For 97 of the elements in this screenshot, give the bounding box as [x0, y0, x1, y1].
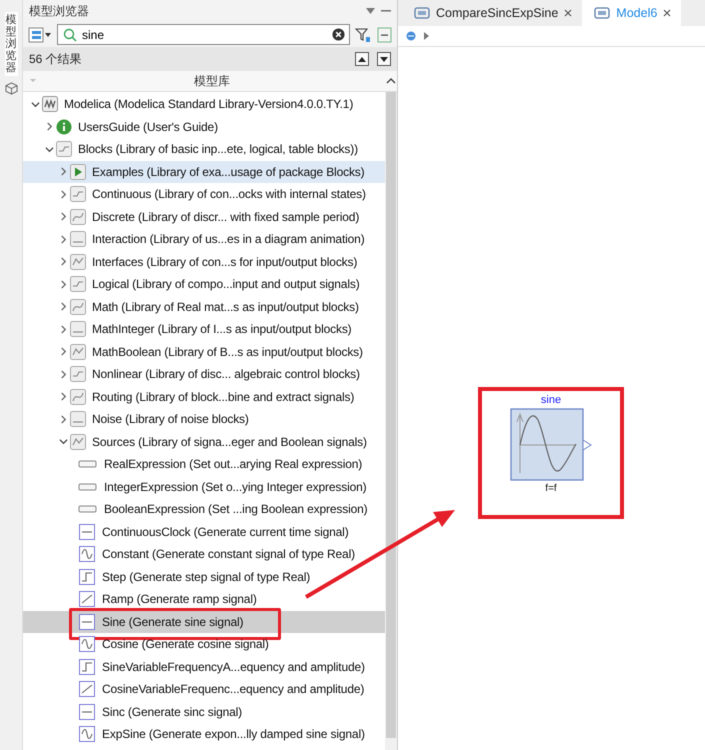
signal-block-icon — [78, 704, 96, 720]
tree-item[interactable]: RealExpression (Set out...arying Real expression) — [23, 453, 385, 476]
library-icon — [42, 96, 58, 112]
signal-block-icon — [78, 658, 96, 675]
tree-item[interactable]: Math (Library of Real mat...s as input/output blocks) — [23, 296, 385, 318]
package-icon — [70, 231, 86, 248]
cube-icon[interactable] — [4, 82, 18, 96]
tree-item[interactable]: MathBoolean (Library of B...s as input/output blocks) — [23, 340, 385, 363]
clear-icon[interactable] — [332, 28, 345, 41]
signal-block-icon — [78, 614, 96, 630]
package-icon — [70, 366, 86, 382]
expand-chevron-icon[interactable] — [58, 324, 68, 334]
expand-chevron-icon[interactable] — [58, 414, 68, 424]
tree-item[interactable]: Noise (Library of noise blocks) — [23, 408, 385, 430]
signal-block-icon — [78, 681, 96, 698]
package-icon — [70, 344, 86, 360]
tree-item[interactable]: Sources (Library of signa...eger and Boolean signals) — [23, 430, 385, 453]
tree-item[interactable]: Constant (Generate constant signal of type Real) — [23, 543, 385, 566]
tree-item[interactable]: Sine (Generate sine signal) — [23, 610, 385, 633]
collapse-chevron-icon[interactable] — [30, 100, 40, 109]
tree-item[interactable]: CosineVariableFrequenc...equency and amplitude) — [23, 678, 385, 700]
panel-title: 模型浏览器 — [29, 2, 90, 20]
signal-block-icon — [78, 636, 96, 652]
package-icon — [70, 321, 86, 338]
expand-chevron-icon[interactable] — [58, 257, 68, 266]
expand-chevron-icon[interactable] — [58, 347, 68, 356]
tree-item[interactable]: Cosine (Generate cosine signal) — [23, 633, 385, 656]
tree-item[interactable]: Interaction (Library of us...es in a diagram animation) — [23, 228, 385, 250]
tree-item[interactable]: Ramp (Generate ramp signal) — [23, 588, 385, 610]
collapse-all-icon[interactable] — [376, 26, 392, 42]
tree-item[interactable]: Nonlinear (Library of disc... algebraic control blocks) — [23, 363, 385, 386]
package-icon — [70, 298, 86, 315]
result-count: 56 个结果 — [29, 50, 83, 68]
package-icon — [70, 388, 86, 405]
tree-item[interactable]: Sinc (Generate sinc signal) — [23, 700, 385, 723]
package-icon — [70, 186, 86, 202]
package-icon — [70, 254, 86, 270]
expand-chevron-icon[interactable] — [58, 167, 68, 176]
down-triangle-icon — [380, 56, 388, 62]
tree-item[interactable]: Interfaces (Library of con...s for input/output blocks) — [23, 250, 385, 273]
search-icon — [63, 28, 77, 42]
tree-item[interactable]: MathInteger (Library of I...s as input/output blocks) — [23, 318, 385, 340]
package-icon — [70, 411, 86, 428]
play-icon — [70, 164, 86, 180]
collapse-chevron-icon[interactable] — [44, 144, 54, 154]
tree-item[interactable]: IntegerExpression (Set o...ying Integer expression) — [23, 476, 385, 498]
scroll-up-icon[interactable] — [385, 77, 397, 85]
expand-chevron-icon[interactable] — [58, 212, 68, 222]
block-parameter: f=f — [545, 483, 557, 494]
package-icon — [56, 141, 72, 158]
expand-chevron-icon[interactable] — [44, 122, 54, 132]
expand-chevron-icon[interactable] — [58, 392, 68, 402]
signal-block-icon — [78, 524, 96, 540]
search-field[interactable]: sine — [57, 24, 350, 45]
tree-item[interactable]: BooleanExpression (Set ...ing Boolean expression) — [23, 498, 385, 520]
tree-item[interactable]: ContinuousClock (Generate current time signal) — [23, 520, 385, 543]
side-tab[interactable]: 模型浏览器 — [4, 12, 18, 76]
model-icon — [594, 7, 610, 19]
block-name: sine — [540, 394, 562, 406]
tree-item[interactable]: UsersGuide (User's Guide) — [23, 116, 385, 138]
expand-chevron-icon[interactable] — [58, 302, 68, 312]
editor-tab[interactable]: Model6 — [582, 0, 682, 26]
filter-icon[interactable] — [355, 26, 371, 42]
package-icon — [70, 208, 86, 225]
up-triangle-icon — [358, 56, 366, 62]
scrollbar-thumb[interactable] — [386, 92, 396, 738]
close-icon[interactable] — [564, 9, 572, 17]
signal-block-icon — [78, 546, 96, 562]
expand-chevron-icon[interactable] — [58, 234, 68, 244]
signal-block-icon — [78, 726, 96, 742]
tree-item[interactable]: Discrete (Library of discr... with fixed sample period) — [23, 206, 385, 228]
expand-chevron-icon[interactable] — [58, 190, 68, 199]
signal-block-icon — [78, 568, 96, 585]
close-icon[interactable] — [663, 9, 672, 17]
tree-item[interactable]: SineVariableFrequencyA...equency and amplitude) — [23, 656, 385, 678]
signal-block-icon — [78, 591, 96, 608]
package-icon — [70, 276, 86, 292]
dropdown-icon[interactable] — [366, 8, 375, 14]
info-icon — [56, 118, 72, 135]
breadcrumb-arrow-icon[interactable] — [424, 32, 429, 40]
tree-item[interactable]: Logical (Library of compo...input and output signals) — [23, 273, 385, 296]
tree-item[interactable]: Modelica (Modelica Standard Library-Version4.0.0.TY.1) — [23, 93, 385, 116]
tree-view-icon[interactable] — [28, 26, 52, 42]
expand-chevron-icon[interactable] — [58, 370, 68, 379]
tree-item[interactable]: Step (Generate step signal of type Real) — [23, 566, 385, 588]
next-button[interactable] — [377, 52, 391, 66]
tree-item[interactable]: Blocks (Library of basic inp...ete, logical, table blocks)) — [23, 138, 385, 160]
model-icon — [414, 7, 430, 19]
package-icon — [70, 434, 86, 450]
tree-item[interactable]: ExpSine (Generate expon...lly damped sine signal) — [23, 723, 385, 746]
tree-item[interactable]: Examples (Library of exa...usage of package Blocks) — [23, 160, 385, 183]
expand-chevron-icon[interactable] — [58, 280, 68, 289]
tree-item[interactable]: Continuous (Library of con...ocks with internal states) — [23, 183, 385, 206]
sine-block-drawing[interactable] — [510, 408, 592, 481]
collapse-chevron-icon[interactable] — [58, 437, 68, 446]
previous-button[interactable] — [355, 52, 369, 66]
tree-item[interactable]: Routing (Library of block...bine and extract signals) — [23, 386, 385, 408]
